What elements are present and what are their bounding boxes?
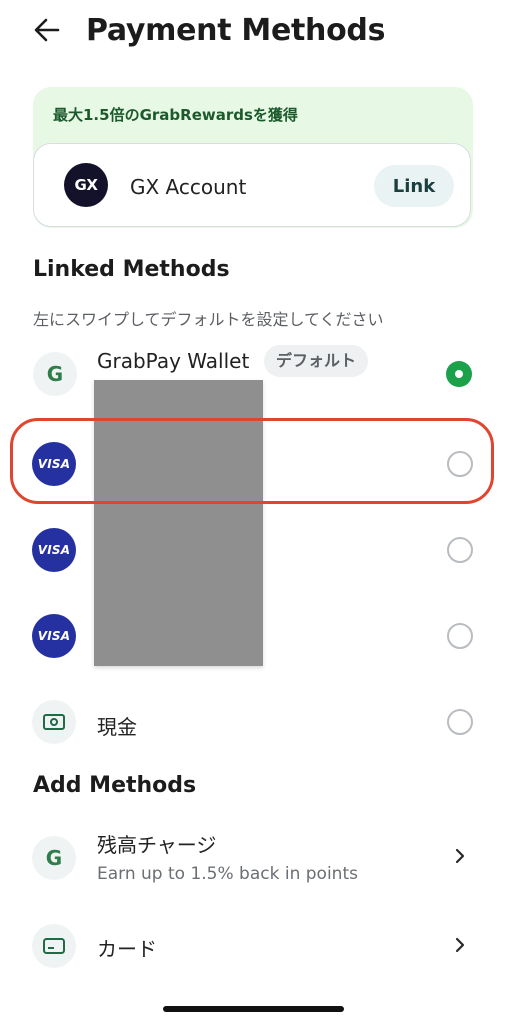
grabpay-wallet-label: GrabPay Wallet: [97, 349, 250, 373]
page-title: Payment Methods: [86, 13, 386, 48]
home-indicator[interactable]: [163, 1006, 344, 1012]
highlight-outline: [10, 418, 494, 504]
cash-icon: [32, 700, 76, 744]
visa-icon: VISA: [32, 614, 76, 658]
grab-g-icon: G: [32, 836, 76, 880]
card-label: カード: [97, 937, 157, 961]
default-badge: デフォルト: [264, 345, 369, 377]
radio-grabpay-selected[interactable]: [446, 361, 472, 387]
chevron-right-icon[interactable]: [450, 846, 470, 866]
linked-methods-heading: Linked Methods: [33, 257, 230, 282]
rewards-promo-text: 最大1.5倍のGrabRewardsを獲得: [53, 106, 298, 124]
link-button[interactable]: Link: [374, 165, 454, 207]
grab-g-icon: G: [33, 352, 77, 396]
card-icon: [32, 924, 76, 968]
back-button[interactable]: [30, 12, 66, 48]
radio-cash[interactable]: [447, 709, 473, 735]
cash-label: 現金: [97, 715, 137, 739]
chevron-right-icon[interactable]: [450, 935, 470, 955]
radio-visa-2[interactable]: [447, 537, 473, 563]
visa-icon: VISA: [32, 528, 76, 572]
radio-visa-3[interactable]: [447, 623, 473, 649]
add-methods-heading: Add Methods: [33, 773, 197, 798]
gx-logo-icon: GX: [64, 163, 108, 207]
swipe-hint: 左にスワイプしてデフォルトを設定してください: [33, 310, 384, 329]
arrow-left-icon: [34, 18, 60, 42]
gx-account-label: GX Account: [130, 175, 247, 199]
top-up-subtitle: Earn up to 1.5% back in points: [97, 864, 358, 884]
top-up-label: 残高チャージ: [97, 833, 217, 857]
